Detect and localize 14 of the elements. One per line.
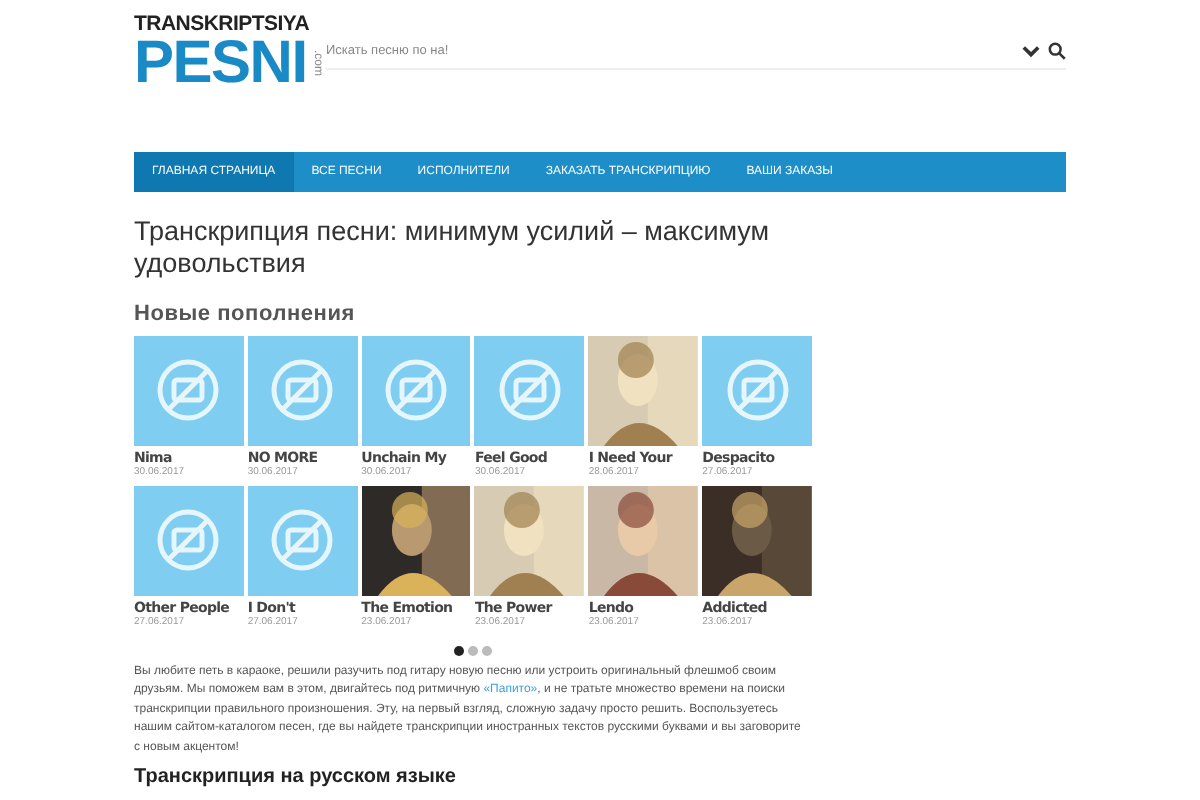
no-camera-icon [723,356,792,424]
no-camera-icon [268,356,337,424]
no-camera-icon [154,356,223,424]
logo-text[interactable]: PESNI [134,35,307,91]
section-heading: Транскрипция на русском языке [134,766,458,791]
page-headline: Транскрипция песни: минимум усилий – максимум удовольствия [134,216,772,280]
chevron-down-icon[interactable] [1022,42,1040,60]
no-camera-icon [495,356,564,424]
no-camera-icon [382,356,451,424]
logo-top-text: TRANSKRIPTSIYA [134,13,310,35]
section-title: Новые пополнения [134,300,357,330]
no-camera-icon [154,506,223,574]
no-camera-icon [268,506,337,574]
search-icon[interactable] [1048,42,1066,60]
